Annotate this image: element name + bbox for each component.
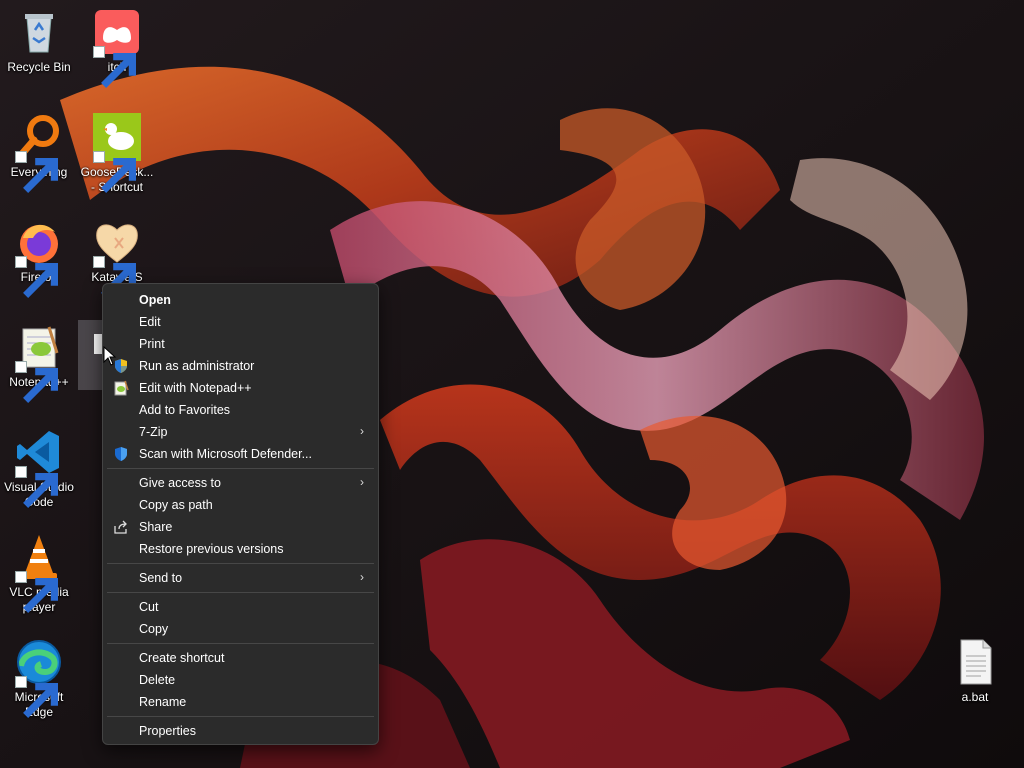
chevron-right-icon: › xyxy=(360,424,364,438)
desktop-icon-goose[interactable]: GooseDesk... - Shortcut xyxy=(79,113,155,195)
menu-item-run-as-administrator[interactable]: Run as administrator xyxy=(107,355,374,377)
menu-separator xyxy=(107,643,374,644)
chevron-right-icon: › xyxy=(360,475,364,489)
menu-separator xyxy=(107,563,374,564)
desktop-icon-notepad-plus-plus[interactable]: Notepad++ xyxy=(1,323,77,403)
desktop-icon-edge[interactable]: Microsoft Edge xyxy=(1,638,77,720)
recycle-bin-icon xyxy=(15,8,63,56)
menu-item-properties[interactable]: Properties xyxy=(107,720,374,742)
mouse-cursor-icon xyxy=(103,346,117,366)
heart-icon xyxy=(93,218,141,298)
shortcut-arrow-icon xyxy=(93,46,136,88)
chevron-right-icon: › xyxy=(360,570,364,584)
menu-item-rename[interactable]: Rename xyxy=(107,691,374,713)
menu-item-open[interactable]: Open xyxy=(107,289,374,311)
menu-item-share[interactable]: Share xyxy=(107,516,374,538)
menu-item-edit[interactable]: Edit xyxy=(107,311,374,333)
menu-item-label: Edit xyxy=(139,315,161,329)
menu-item-copy-as-path[interactable]: Copy as path xyxy=(107,494,374,516)
share-icon xyxy=(113,519,129,535)
menu-item-label: Cut xyxy=(139,600,159,614)
shortcut-arrow-icon xyxy=(15,151,58,193)
shortcut-arrow-icon xyxy=(93,151,136,193)
shortcut-arrow-icon xyxy=(15,361,58,403)
menu-item-label: Copy xyxy=(139,622,169,636)
menu-item-label: Add to Favorites xyxy=(139,403,231,417)
batch-file-icon xyxy=(951,638,999,686)
menu-item-label: Copy as path xyxy=(139,498,213,512)
menu-separator xyxy=(107,592,374,593)
menu-item-label: Create shortcut xyxy=(139,651,225,665)
shortcut-arrow-icon xyxy=(15,571,58,613)
itch-icon xyxy=(93,8,141,88)
menu-item-send-to[interactable]: Send to › xyxy=(107,567,374,589)
firefox-icon xyxy=(15,218,63,298)
menu-item-label: 7-Zip xyxy=(139,425,168,439)
vlc-icon xyxy=(15,533,63,613)
vscode-icon xyxy=(15,428,63,508)
menu-item-label: Scan with Microsoft Defender... xyxy=(139,447,312,461)
menu-separator xyxy=(107,468,374,469)
menu-item-restore-previous-versions[interactable]: Restore previous versions xyxy=(107,538,374,560)
menu-item-print[interactable]: Print xyxy=(107,333,374,355)
shortcut-arrow-icon xyxy=(93,256,136,298)
desktop-icon-recycle-bin[interactable]: Recycle Bin xyxy=(1,8,77,75)
menu-item-label: Send to xyxy=(139,571,183,585)
menu-item-label: Print xyxy=(139,337,165,351)
menu-item-label: Rename xyxy=(139,695,187,709)
notepad-plus-plus-icon xyxy=(15,323,63,403)
menu-item-label: Open xyxy=(139,293,171,307)
menu-separator xyxy=(107,716,374,717)
menu-item-scan-with-defender[interactable]: Scan with Microsoft Defender... xyxy=(107,443,374,465)
desktop-icon-everything[interactable]: Everything xyxy=(1,113,77,193)
desktop-icon-vlc[interactable]: VLC media player xyxy=(1,533,77,615)
menu-item-label: Share xyxy=(139,520,173,534)
desktop-icon-vscode[interactable]: Visual Studio Code xyxy=(1,428,77,510)
menu-item-add-to-favorites[interactable]: Add to Favorites xyxy=(107,399,374,421)
menu-item-label: Edit with Notepad++ xyxy=(139,381,252,395)
menu-item-label: Delete xyxy=(139,673,176,687)
shortcut-arrow-icon xyxy=(15,256,58,298)
shortcut-arrow-icon xyxy=(15,676,58,718)
goose-icon xyxy=(93,113,141,193)
desktop-icon-firefox[interactable]: Firefox xyxy=(1,218,77,298)
menu-item-give-access-to[interactable]: Give access to › xyxy=(107,472,374,494)
menu-item-cut[interactable]: Cut xyxy=(107,596,374,618)
everything-search-icon xyxy=(15,113,63,193)
notepad-plus-plus-icon xyxy=(113,380,129,396)
desktop-icon-label: a.bat xyxy=(961,690,989,704)
menu-item-delete[interactable]: Delete xyxy=(107,669,374,691)
defender-shield-icon xyxy=(113,446,129,462)
desktop-icon-label: Recycle Bin xyxy=(7,60,71,74)
menu-item-label: Run as administrator xyxy=(139,359,255,373)
desktop-icon-itch[interactable]: itch xyxy=(79,8,155,88)
desktop-icon-katawa[interactable]: Katawa S xyxy=(79,218,155,298)
edge-icon xyxy=(15,638,63,718)
shortcut-arrow-icon xyxy=(15,466,58,508)
menu-item-label: Properties xyxy=(139,724,196,738)
menu-item-label: Restore previous versions xyxy=(139,542,284,556)
menu-item-label: Give access to xyxy=(139,476,221,490)
desktop-icon-a-bat[interactable]: a.bat xyxy=(937,638,1013,705)
menu-item-create-shortcut[interactable]: Create shortcut xyxy=(107,647,374,669)
context-menu: Open Edit Print Run as administrator Edi… xyxy=(102,283,379,745)
menu-item-7-zip[interactable]: 7-Zip › xyxy=(107,421,374,443)
menu-item-copy[interactable]: Copy xyxy=(107,618,374,640)
menu-item-edit-with-notepad-plus-plus[interactable]: Edit with Notepad++ xyxy=(107,377,374,399)
